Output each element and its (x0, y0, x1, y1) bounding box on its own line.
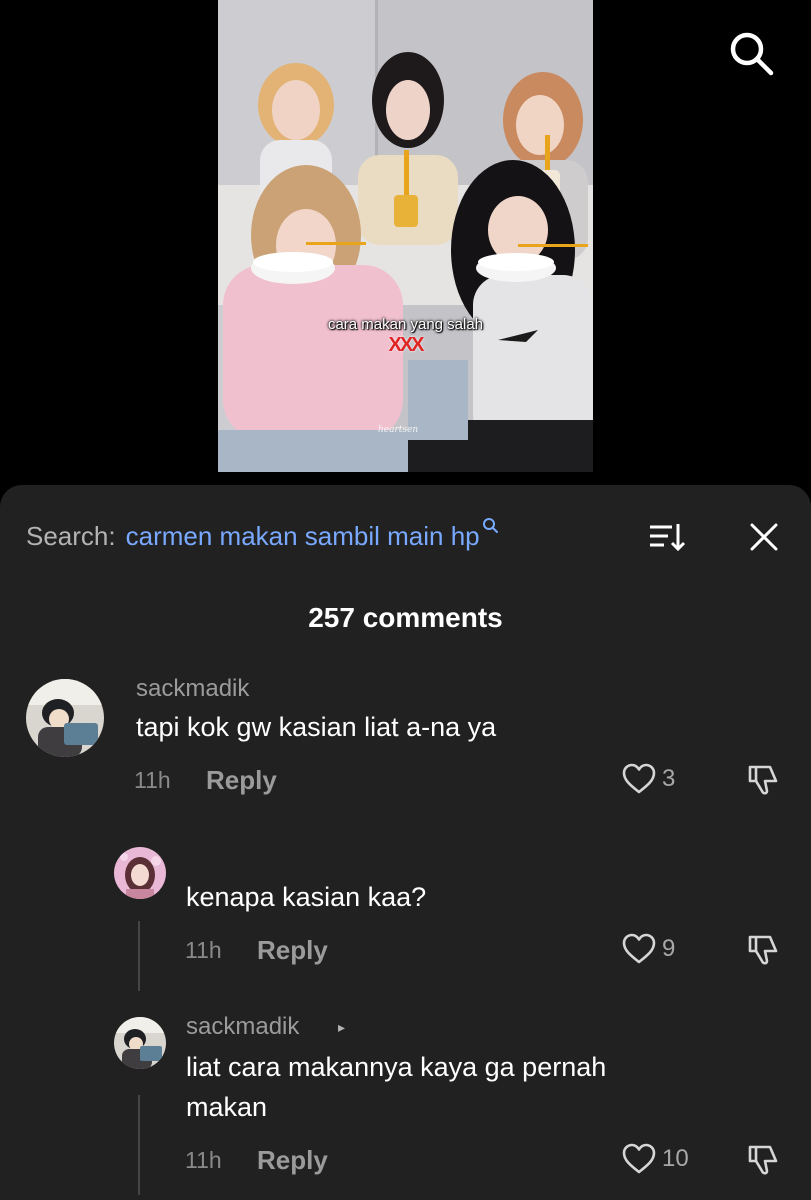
video-watermark: heartsen (378, 425, 419, 435)
close-icon[interactable] (748, 521, 780, 553)
reply-button[interactable]: Reply (206, 765, 277, 796)
comment-text: tapi kok gw kasian liat a-na ya (136, 712, 497, 742)
dislike-icon[interactable] (746, 763, 780, 797)
dislike-icon[interactable] (746, 1143, 780, 1177)
video-player[interactable]: cara makan yang salah XXX heartsen (218, 0, 593, 472)
heart-icon (622, 1143, 656, 1174)
reply-button[interactable]: Reply (257, 1145, 328, 1176)
like-button[interactable]: 3 (622, 763, 675, 795)
comment-time: 11h (134, 767, 171, 793)
avatar[interactable] (114, 847, 166, 899)
search-icon[interactable] (726, 28, 776, 78)
comment-username[interactable]: sackmadik (186, 1013, 299, 1041)
like-count: 10 (662, 1145, 689, 1172)
heart-icon (622, 763, 656, 794)
comment-text-line-1: liat cara makannya kaya ga pernah (186, 1052, 607, 1082)
like-count: 9 (662, 935, 676, 962)
comment-text-line-2: makan (186, 1092, 268, 1122)
comment-text: kenapa kasian kaa? (186, 882, 427, 912)
avatar[interactable] (114, 1017, 166, 1069)
search-suggestion[interactable]: Search: carmen makan sambil main hp (26, 518, 500, 553)
like-button[interactable]: 9 (622, 933, 675, 965)
like-count: 3 (662, 765, 676, 792)
reply-button[interactable]: Reply (257, 935, 328, 966)
app-root: cara makan yang salah XXX heartsen Searc… (0, 0, 811, 1200)
heart-icon (622, 933, 656, 964)
thread-line (138, 921, 140, 991)
comments-sheet: Search: carmen makan sambil main hp 257 … (0, 485, 811, 1200)
comment-time: 11h (185, 1147, 222, 1173)
comment-time: 11h (185, 937, 222, 963)
comment-username[interactable]: sackmadik (136, 675, 249, 703)
search-prefix: Search: (26, 521, 116, 551)
video-caption: cara makan yang salah (327, 316, 484, 333)
search-query-link[interactable]: carmen makan sambil main hp (126, 521, 480, 552)
magnifier-icon (482, 518, 498, 533)
avatar[interactable] (26, 679, 104, 757)
sort-icon[interactable] (648, 521, 688, 553)
video-x-marks: XXX (388, 334, 424, 356)
like-button[interactable]: 10 (622, 1143, 689, 1175)
video-frame-illustration (218, 0, 593, 472)
dislike-icon[interactable] (746, 933, 780, 967)
thread-line (138, 1095, 140, 1195)
comment-count: 257 comments (308, 602, 503, 633)
reply-to-caret: ▸ (338, 1019, 346, 1035)
